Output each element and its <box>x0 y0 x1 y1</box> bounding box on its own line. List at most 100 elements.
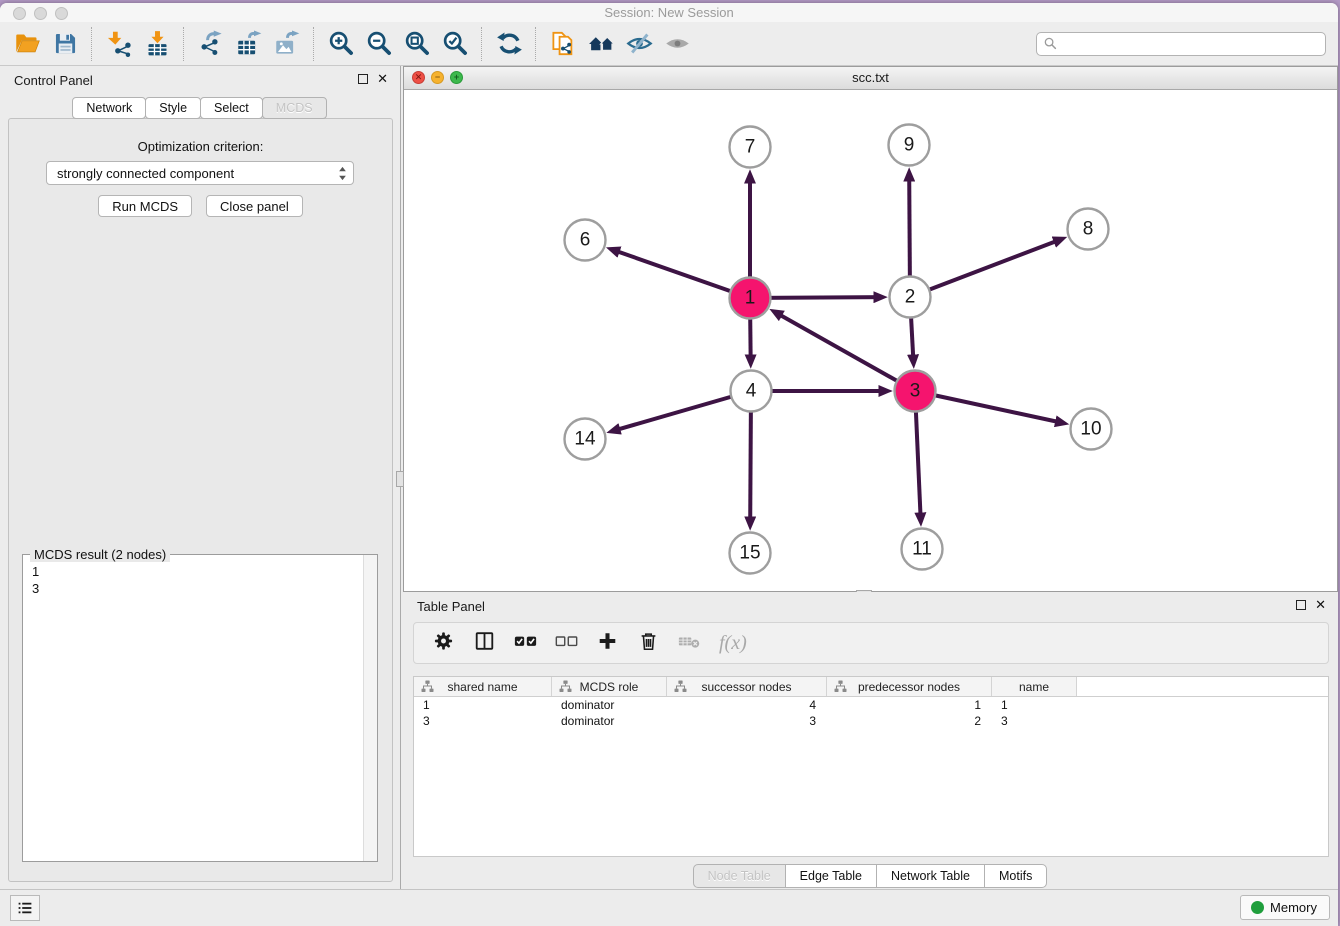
show-panel-button[interactable] <box>658 25 696 63</box>
status-bar: Memory <box>0 889 1338 926</box>
open-file-icon <box>14 30 41 57</box>
combo-arrows-icon <box>338 166 347 181</box>
function-builder-icon: f(x) <box>719 632 747 655</box>
open-file-button[interactable] <box>8 25 46 63</box>
columns-button[interactable] <box>473 630 496 657</box>
control-panel-tabs: NetworkStyleSelectMCDS <box>0 97 400 119</box>
result-line: 3 <box>32 580 364 597</box>
control-panel-title: Control Panel <box>14 73 93 88</box>
network-canvas[interactable]: 7968124314101511 <box>404 89 1337 591</box>
memory-status-dot <box>1251 901 1264 914</box>
toolbar-separator <box>313 27 315 61</box>
zoom-selected-button[interactable] <box>436 25 474 63</box>
table-row[interactable]: 1dominator411 <box>414 697 1328 713</box>
edge-3-1[interactable] <box>775 312 915 391</box>
export-network-icon <box>198 30 225 57</box>
export-network-button[interactable] <box>192 25 230 63</box>
tab-network-table[interactable]: Network Table <box>876 864 985 888</box>
float-panel-icon[interactable] <box>358 74 368 84</box>
table-row[interactable]: 3dominator323 <box>414 713 1328 729</box>
zoom-fit-button[interactable] <box>398 25 436 63</box>
tab-mcds[interactable]: MCDS <box>262 97 327 119</box>
node-label-7: 7 <box>745 137 756 158</box>
list-icon <box>16 899 34 917</box>
show-panel-icon <box>664 30 691 57</box>
search-input[interactable] <box>1062 34 1319 54</box>
network-window-titlebar[interactable]: ✕−+ scc.txt <box>404 67 1337 90</box>
add-row-button[interactable] <box>596 630 619 657</box>
network-document-button[interactable] <box>544 25 582 63</box>
import-table-button[interactable] <box>138 25 176 63</box>
optimization-criterion-dropdown[interactable]: strongly connected component <box>46 161 354 185</box>
import-network-button[interactable] <box>100 25 138 63</box>
import-network-icon <box>106 30 133 57</box>
cell-name: 1 <box>992 697 1077 713</box>
zoom-in-icon <box>328 30 355 57</box>
hide-panel-icon <box>626 30 653 57</box>
unselect-all-button[interactable] <box>555 630 578 657</box>
column-header-shared-name[interactable]: shared name <box>414 677 552 696</box>
mcds-buttons: Run MCDS Close panel <box>9 195 392 217</box>
zoom-out-button[interactable] <box>360 25 398 63</box>
edge-3-10[interactable] <box>915 391 1063 423</box>
column-header-label: name <box>1019 680 1049 694</box>
main-titlebar: Session: New Session <box>0 3 1338 22</box>
hide-panel-button[interactable] <box>620 25 658 63</box>
column-header-name[interactable]: name <box>992 677 1077 696</box>
edge-2-8[interactable] <box>910 239 1061 297</box>
column-header-successor-nodes[interactable]: successor nodes <box>667 677 827 696</box>
close-table-panel-icon[interactable]: ✕ <box>1315 599 1326 611</box>
search-box[interactable] <box>1036 32 1326 56</box>
tab-motifs[interactable]: Motifs <box>984 864 1047 888</box>
select-all-button[interactable] <box>514 630 537 657</box>
float-table-panel-icon[interactable] <box>1296 600 1306 610</box>
network-document-icon <box>550 30 577 57</box>
home-button[interactable] <box>582 25 620 63</box>
tree-icon <box>834 680 847 693</box>
toolbar-separator <box>91 27 93 61</box>
main-toolbar-items <box>8 25 696 63</box>
node-label-1: 1 <box>745 288 756 309</box>
cell-predecessor-nodes: 1 <box>827 697 992 713</box>
node-label-2: 2 <box>905 287 916 308</box>
save-session-button[interactable] <box>46 25 84 63</box>
table-panel-title: Table Panel <box>417 599 485 614</box>
node-label-3: 3 <box>910 381 921 402</box>
mcds-result-text[interactable]: 13 <box>23 561 364 861</box>
memory-button[interactable]: Memory <box>1240 895 1330 920</box>
tab-node-table[interactable]: Node Table <box>693 864 786 888</box>
gear-button[interactable] <box>432 630 455 657</box>
tree-icon <box>421 680 434 693</box>
delete-row-button[interactable] <box>637 630 660 657</box>
column-header-mcds-role[interactable]: MCDS role <box>552 677 667 696</box>
cell-name: 3 <box>992 713 1077 729</box>
column-header-predecessor-nodes[interactable]: predecessor nodes <box>827 677 992 696</box>
tab-select[interactable]: Select <box>200 97 263 119</box>
cell-predecessor-nodes: 2 <box>827 713 992 729</box>
tab-edge-table[interactable]: Edge Table <box>785 864 877 888</box>
result-scrollbar[interactable] <box>363 555 377 861</box>
table-panel: Table Panel ✕ f(x) shared nameMCDS roles… <box>403 592 1338 890</box>
task-history-button[interactable] <box>10 895 40 921</box>
memory-button-label: Memory <box>1270 900 1317 915</box>
select-all-icon <box>514 630 537 652</box>
edge-1-6[interactable] <box>612 250 750 298</box>
export-image-button[interactable] <box>268 25 306 63</box>
close-panel-icon[interactable]: ✕ <box>377 73 388 85</box>
mcds-result-title: MCDS result (2 nodes) <box>30 547 170 562</box>
add-row-icon <box>596 630 619 652</box>
table-header-row: shared nameMCDS rolesuccessor nodesprede… <box>414 677 1328 697</box>
node-label-15: 15 <box>739 543 760 564</box>
tab-style[interactable]: Style <box>145 97 201 119</box>
network-view-window: ✕−+ scc.txt 7968124314101511 <box>403 66 1338 592</box>
zoom-in-button[interactable] <box>322 25 360 63</box>
refresh-button[interactable] <box>490 25 528 63</box>
tab-network[interactable]: Network <box>72 97 146 119</box>
run-mcds-button[interactable]: Run MCDS <box>98 195 192 217</box>
tree-icon <box>674 680 687 693</box>
vertical-splitter-grip[interactable] <box>396 471 404 487</box>
close-panel-button[interactable]: Close panel <box>206 195 303 217</box>
control-panel: Control Panel ✕ NetworkStyleSelectMCDS O… <box>0 66 401 890</box>
export-table-button[interactable] <box>230 25 268 63</box>
node-label-14: 14 <box>574 429 596 450</box>
